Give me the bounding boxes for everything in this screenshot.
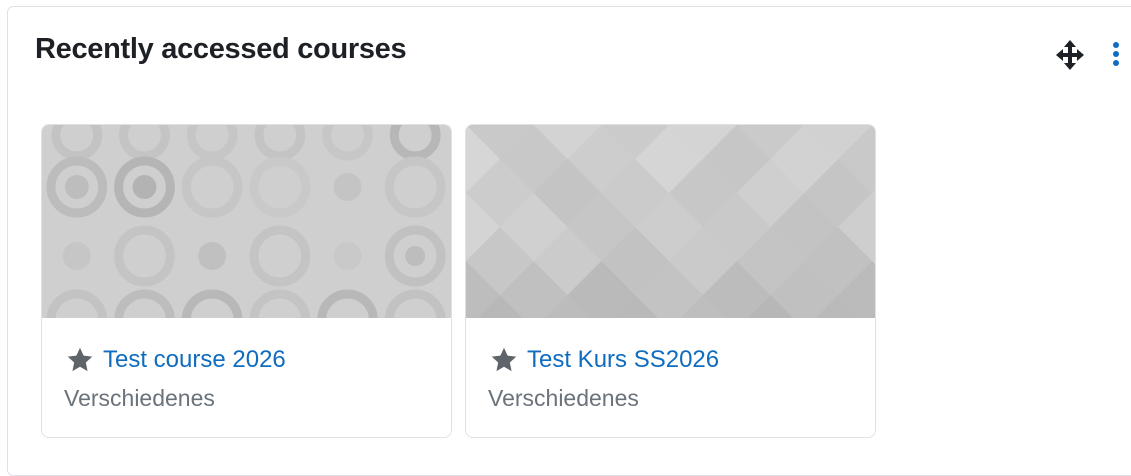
- block-title: Recently accessed courses: [35, 33, 407, 65]
- star-icon: [491, 347, 517, 372]
- block-actions-menu-button[interactable]: [1106, 40, 1126, 70]
- course-card: Test Kurs SS2026 Verschiedenes: [465, 124, 876, 438]
- course-image-diamonds[interactable]: [466, 125, 875, 318]
- course-card: Test course 2026 Verschiedenes: [41, 124, 452, 438]
- move-block-button[interactable]: [1055, 40, 1085, 70]
- kebab-menu-icon: [1113, 42, 1119, 66]
- card-body: Test course 2026 Verschiedenes: [42, 318, 451, 437]
- course-category: Verschiedenes: [488, 385, 639, 411]
- card-body: Test Kurs SS2026 Verschiedenes: [466, 318, 875, 437]
- favourite-toggle[interactable]: [66, 346, 94, 374]
- favourite-toggle[interactable]: [490, 346, 518, 374]
- course-name-link[interactable]: Test course 2026: [103, 346, 286, 374]
- course-name-link[interactable]: Test Kurs SS2026: [527, 346, 719, 374]
- course-image-circles[interactable]: [42, 125, 451, 318]
- star-icon: [67, 347, 93, 372]
- move-arrows-icon: [1056, 40, 1084, 70]
- course-category: Verschiedenes: [64, 385, 215, 411]
